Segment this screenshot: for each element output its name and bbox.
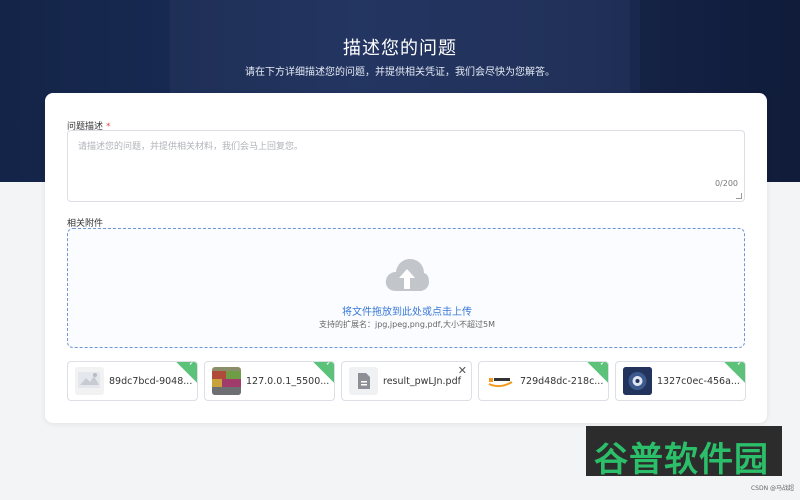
image-thumb — [75, 367, 104, 395]
image-thumb — [623, 367, 652, 395]
image-thumb — [486, 367, 515, 395]
description-textarea[interactable]: 请描述您的问题，并提供相关材料，我们会马上回复您。 0/200 — [67, 130, 745, 202]
file-item[interactable]: result_pwLJn.pdf ✕ — [341, 361, 472, 401]
check-icon: ✓ — [736, 361, 744, 368]
description-placeholder: 请描述您的问题，并提供相关材料，我们会马上回复您。 — [78, 142, 304, 152]
file-name: 89dc7bcd-9048... — [109, 376, 193, 387]
file-name: 127.0.0.1_5500... — [246, 376, 330, 387]
check-icon: ✓ — [599, 361, 607, 368]
file-name: 729d48dc-218c... — [520, 376, 604, 387]
watermark-text: 谷普软件园 — [594, 440, 769, 480]
character-counter: 0/200 — [714, 179, 738, 188]
file-item[interactable]: 1327c0ec-456a... ✓ — [615, 361, 746, 401]
close-icon[interactable]: ✕ — [458, 364, 467, 377]
file-item[interactable]: 127.0.0.1_5500... ✓ — [204, 361, 335, 401]
page-subtitle: 请在下方详细描述您的问题，并提供相关凭证，我们会尽快为您解答。 — [245, 67, 555, 78]
cloud-upload-icon — [385, 259, 429, 291]
check-icon: ✓ — [188, 361, 196, 368]
upload-prompt[interactable]: 将文件拖放到此处或点击上传 — [68, 303, 746, 318]
resize-handle-icon[interactable] — [736, 193, 742, 199]
file-name: 1327c0ec-456a... — [657, 376, 740, 387]
file-icon — [349, 367, 378, 395]
page-title: 描述您的问题 — [343, 38, 457, 59]
upload-hint: 支持的扩展名：jpg,jpeg,png,pdf,大小不超过5M — [318, 320, 496, 329]
file-item[interactable]: 89dc7bcd-9048... ✓ — [67, 361, 198, 401]
image-thumb — [212, 367, 241, 395]
check-icon: ✓ — [325, 361, 333, 368]
file-item[interactable]: 729d48dc-218c... ✓ — [478, 361, 609, 401]
watermark-logo: 谷普软件园 — [586, 426, 782, 480]
credit-text: CSDN @马战超 — [750, 485, 794, 492]
upload-dropzone[interactable]: 将文件拖放到此处或点击上传 支持的扩展名：jpg,jpeg,png,pdf,大小… — [67, 228, 745, 348]
file-name: result_pwLJn.pdf — [383, 376, 461, 387]
file-list: 89dc7bcd-9048... ✓ 127.0.0.1_5500... ✓ r… — [67, 361, 747, 401]
form-card: 问题描述 * 请描述您的问题，并提供相关材料，我们会马上回复您。 0/200 相关… — [45, 93, 767, 423]
